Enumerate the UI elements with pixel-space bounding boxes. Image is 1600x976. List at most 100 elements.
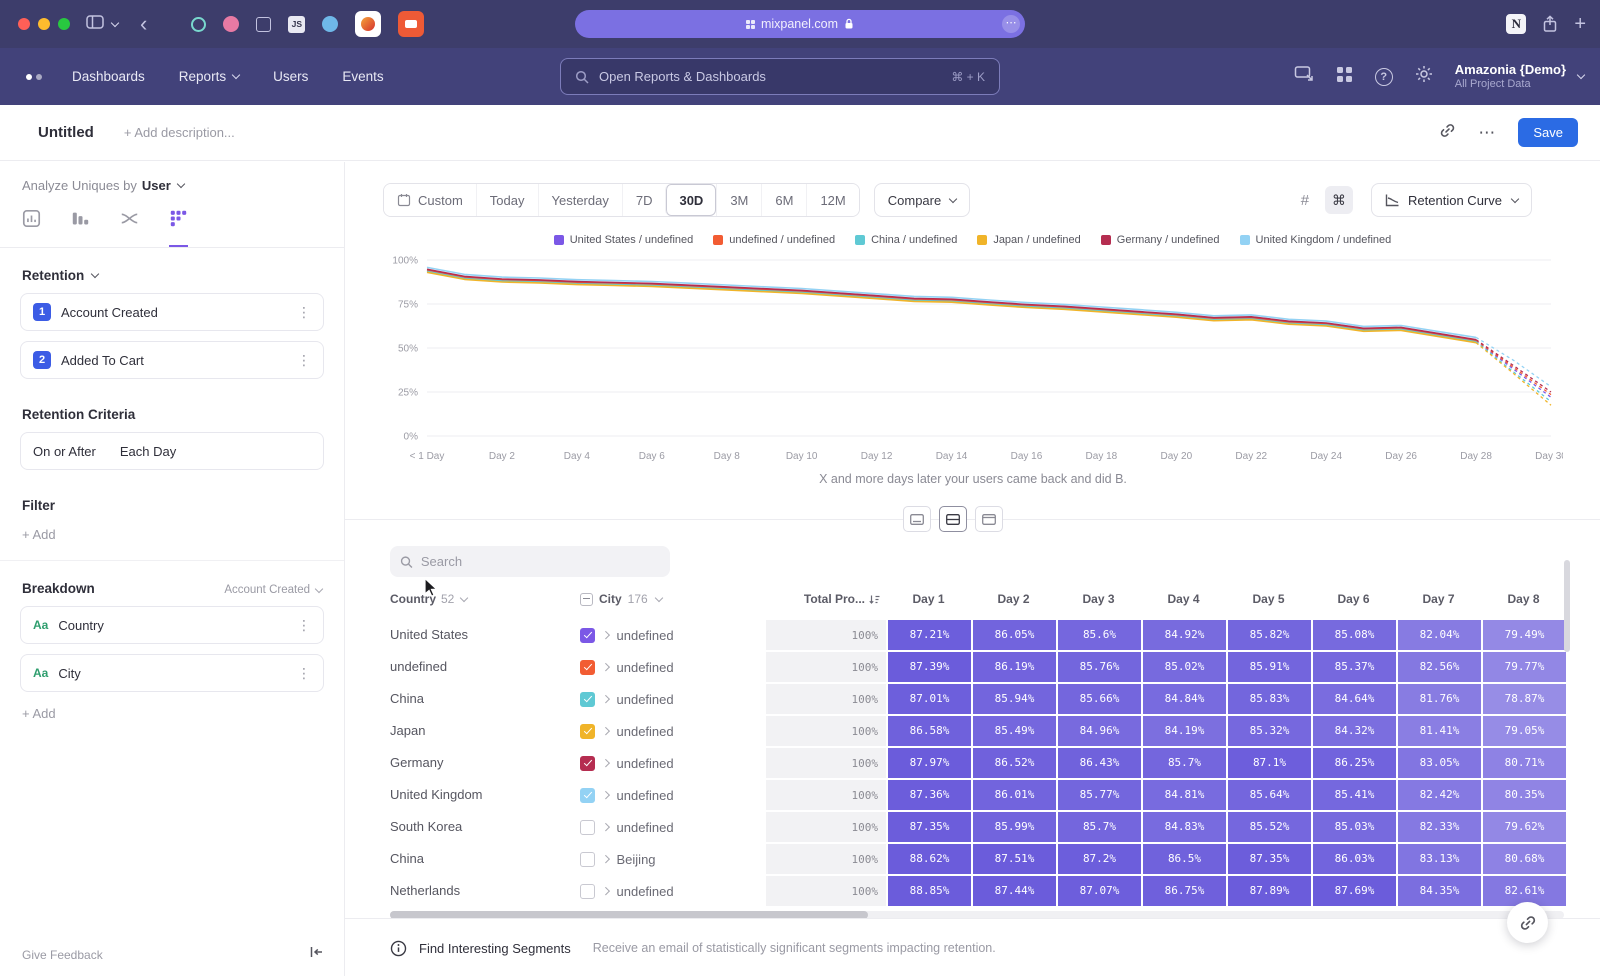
- row-checkbox[interactable]: [580, 756, 595, 771]
- column-header-day[interactable]: Day 6: [1311, 592, 1396, 606]
- column-header-day[interactable]: Day 5: [1226, 592, 1311, 606]
- extension-icon[interactable]: [191, 17, 206, 32]
- nav-item-dashboards[interactable]: Dashboards: [72, 69, 145, 84]
- js-extension-icon[interactable]: JS: [288, 16, 305, 33]
- row-checkbox[interactable]: [580, 852, 595, 867]
- chevron-right-icon[interactable]: [602, 823, 610, 831]
- legend-item[interactable]: undefined / undefined: [713, 234, 835, 246]
- vertical-scrollbar[interactable]: [1564, 560, 1570, 652]
- criteria-condition[interactable]: On or After: [33, 444, 96, 459]
- range-7d[interactable]: 7D: [622, 184, 666, 216]
- column-header-day[interactable]: Day 8: [1481, 592, 1566, 606]
- breakdown-item[interactable]: AaCountry⋮: [20, 606, 324, 644]
- report-title[interactable]: Untitled: [38, 124, 94, 141]
- kebab-menu-icon[interactable]: ⋮: [297, 617, 311, 634]
- back-icon[interactable]: ‹: [140, 13, 147, 35]
- legend-item[interactable]: Germany / undefined: [1101, 234, 1220, 246]
- window-controls[interactable]: [18, 18, 70, 30]
- column-header-day[interactable]: Day 7: [1396, 592, 1481, 606]
- retention-step[interactable]: 2Added To Cart⋮: [20, 341, 324, 379]
- column-header-total[interactable]: Total Pro...: [766, 592, 886, 606]
- tab-flows[interactable]: [120, 209, 139, 247]
- settings-gear-icon[interactable]: [1415, 65, 1433, 88]
- kebab-menu-icon[interactable]: ⋮: [297, 304, 311, 321]
- tab-insights[interactable]: [22, 209, 41, 247]
- legend-item[interactable]: Japan / undefined: [977, 234, 1080, 246]
- chart-view-toggle[interactable]: [903, 506, 931, 532]
- analyze-entity[interactable]: User: [142, 178, 171, 193]
- nav-item-events[interactable]: Events: [342, 69, 383, 84]
- chevron-right-icon[interactable]: [602, 727, 610, 735]
- pinned-tab-icon[interactable]: [355, 11, 381, 37]
- address-bar[interactable]: mixpanel.com ⋯: [575, 10, 1025, 38]
- legend-item[interactable]: United States / undefined: [554, 234, 694, 246]
- chevron-right-icon[interactable]: [602, 887, 610, 895]
- tab-chevron-icon[interactable]: [111, 18, 119, 26]
- notion-icon[interactable]: N: [1506, 14, 1526, 34]
- share-icon[interactable]: [1542, 15, 1558, 33]
- sidebar-toggle-icon[interactable]: [86, 15, 104, 33]
- copy-link-icon[interactable]: [1439, 122, 1456, 144]
- column-header-day[interactable]: Day 4: [1141, 592, 1226, 606]
- criteria-interval[interactable]: Each Day: [120, 444, 176, 459]
- tab-funnels[interactable]: [71, 209, 90, 247]
- retention-criteria-row[interactable]: On or After Each Day: [20, 432, 324, 470]
- select-all-checkbox[interactable]: [580, 593, 593, 606]
- save-button[interactable]: Save: [1518, 118, 1578, 147]
- column-header-country[interactable]: Country 52: [390, 592, 580, 606]
- kebab-menu-icon[interactable]: ⋮: [297, 352, 311, 369]
- share-link-fab[interactable]: [1507, 902, 1548, 943]
- retention-chart[interactable]: 100%75%50%25%0%< 1 DayDay 2Day 4Day 6Day…: [383, 254, 1563, 466]
- breakdown-add-button[interactable]: + Add: [22, 706, 322, 721]
- chevron-right-icon[interactable]: [602, 791, 610, 799]
- range-today[interactable]: Today: [476, 184, 538, 216]
- minimize-window-icon[interactable]: [38, 18, 50, 30]
- row-checkbox[interactable]: [580, 628, 595, 643]
- row-checkbox[interactable]: [580, 692, 595, 707]
- range-yesterday[interactable]: Yesterday: [538, 184, 622, 216]
- row-checkbox[interactable]: [580, 884, 595, 899]
- segments-title[interactable]: Find Interesting Segments: [419, 941, 571, 956]
- pinned-tab-icon[interactable]: [398, 11, 424, 37]
- range-30d[interactable]: 30D: [665, 184, 716, 216]
- retention-section-title[interactable]: Retention: [22, 268, 322, 283]
- zoom-window-icon[interactable]: [58, 18, 70, 30]
- row-checkbox[interactable]: [580, 724, 595, 739]
- give-feedback-link[interactable]: Give Feedback: [22, 948, 103, 962]
- kebab-menu-icon[interactable]: ⋮: [297, 665, 311, 682]
- extensions-menu-icon[interactable]: ⋯: [1002, 15, 1020, 33]
- table-search-input[interactable]: [421, 554, 660, 569]
- tab-retention[interactable]: [169, 209, 188, 247]
- row-checkbox[interactable]: [580, 788, 595, 803]
- retention-step[interactable]: 1Account Created⋮: [20, 293, 324, 331]
- chevron-right-icon[interactable]: [602, 855, 610, 863]
- new-tab-icon[interactable]: +: [1574, 14, 1586, 34]
- apps-grid-icon[interactable]: [1336, 66, 1353, 88]
- range-3m[interactable]: 3M: [716, 184, 761, 216]
- global-search[interactable]: Open Reports & Dashboards ⌘ + K: [560, 58, 1000, 95]
- column-header-day[interactable]: Day 1: [886, 592, 971, 606]
- close-window-icon[interactable]: [18, 18, 30, 30]
- row-checkbox[interactable]: [580, 660, 595, 675]
- range-6m[interactable]: 6M: [761, 184, 806, 216]
- extension-icon[interactable]: [223, 16, 239, 32]
- column-header-city[interactable]: City 176: [580, 592, 766, 606]
- chart-type-dropdown[interactable]: Retention Curve: [1371, 183, 1532, 217]
- chevron-right-icon[interactable]: [602, 759, 610, 767]
- chevron-right-icon[interactable]: [602, 663, 610, 671]
- chevron-right-icon[interactable]: [602, 631, 610, 639]
- chevron-right-icon[interactable]: [602, 695, 610, 703]
- row-checkbox[interactable]: [580, 820, 595, 835]
- table-search[interactable]: [390, 546, 670, 577]
- extension-icon[interactable]: [256, 17, 271, 32]
- collapse-sidebar-icon[interactable]: [309, 945, 324, 964]
- more-actions-icon[interactable]: ⋯: [1478, 123, 1496, 143]
- range-custom[interactable]: Custom: [384, 184, 476, 216]
- extension-icon[interactable]: [322, 16, 338, 32]
- project-switcher[interactable]: Amazonia {Demo} All Project Data: [1455, 62, 1584, 92]
- split-view-toggle[interactable]: [939, 506, 967, 532]
- legend-item[interactable]: United Kingdom / undefined: [1240, 234, 1392, 246]
- mixpanel-logo[interactable]: [26, 74, 42, 80]
- add-description[interactable]: + Add description...: [124, 125, 235, 140]
- data-management-icon[interactable]: [1294, 65, 1314, 88]
